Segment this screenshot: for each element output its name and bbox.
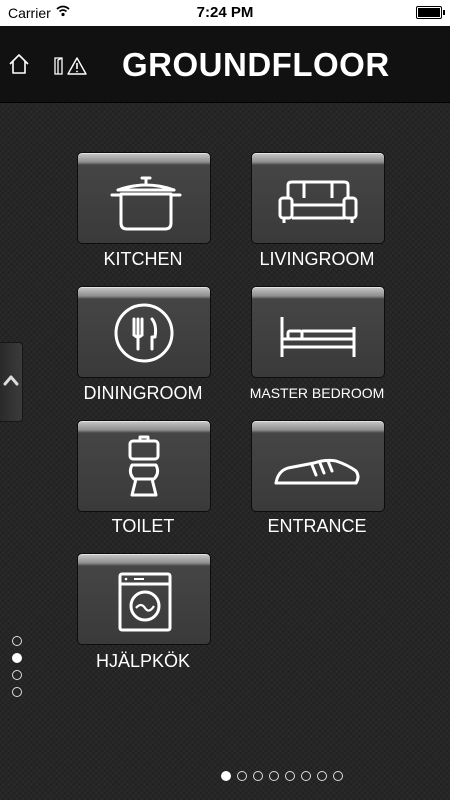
- room-tile-entrance[interactable]: [251, 420, 385, 512]
- page-dot[interactable]: [253, 771, 263, 781]
- plate-fork-knife-icon: [114, 303, 174, 363]
- nav-bar: GROUNDFLOOR: [0, 26, 450, 103]
- floor-page-dot[interactable]: [12, 670, 22, 680]
- page-dot[interactable]: [269, 771, 279, 781]
- room-label-kitchen: KITCHEN: [103, 249, 183, 269]
- page-title: GROUNDFLOOR: [122, 46, 390, 83]
- room-label-diningroom: DININGROOM: [83, 383, 203, 403]
- room-tile-hjalpkok[interactable]: [77, 553, 211, 645]
- bed-icon: [280, 317, 356, 357]
- shoe-icon: [274, 458, 360, 485]
- room-label-master-bedroom: MASTER BEDROOM: [249, 385, 385, 401]
- toilet-icon: [128, 435, 160, 497]
- status-bar: Carrier 7:24 PM: [0, 0, 450, 26]
- floor-page-dot[interactable]: [12, 687, 22, 697]
- sofa-icon: [278, 180, 358, 223]
- room-tile-diningroom[interactable]: [77, 286, 211, 378]
- page-dot[interactable]: [285, 771, 295, 781]
- floor-page-indicator[interactable]: [12, 636, 26, 704]
- page-dot[interactable]: [317, 771, 327, 781]
- door-alert-icon[interactable]: [52, 56, 88, 76]
- room-label-entrance: ENTRANCE: [267, 516, 367, 536]
- room-label-toilet: TOILET: [111, 516, 175, 536]
- room-label-hjalpkok: HJÄLPKÖK: [95, 651, 191, 671]
- room-tile-kitchen[interactable]: [77, 152, 211, 244]
- side-drawer-handle[interactable]: [0, 342, 23, 422]
- page-dot-active[interactable]: [221, 771, 231, 781]
- washing-machine-icon: [118, 572, 172, 632]
- room-tile-master-bedroom[interactable]: [251, 286, 385, 378]
- home-icon[interactable]: [8, 53, 30, 75]
- page-dot[interactable]: [301, 771, 311, 781]
- page-indicator[interactable]: [221, 771, 343, 781]
- room-tile-livingroom[interactable]: [251, 152, 385, 244]
- battery-icon: [416, 6, 445, 19]
- chevron-up-icon: [3, 375, 19, 386]
- room-label-livingroom: LIVINGROOM: [259, 249, 375, 269]
- page-dot[interactable]: [333, 771, 343, 781]
- room-tile-toilet[interactable]: [77, 420, 211, 512]
- floor-page-dot[interactable]: [12, 636, 22, 646]
- cooking-pot-icon: [110, 176, 182, 231]
- floor-page-dot-active[interactable]: [12, 653, 22, 663]
- page-dot[interactable]: [237, 771, 247, 781]
- clock-label: 7:24 PM: [196, 4, 254, 21]
